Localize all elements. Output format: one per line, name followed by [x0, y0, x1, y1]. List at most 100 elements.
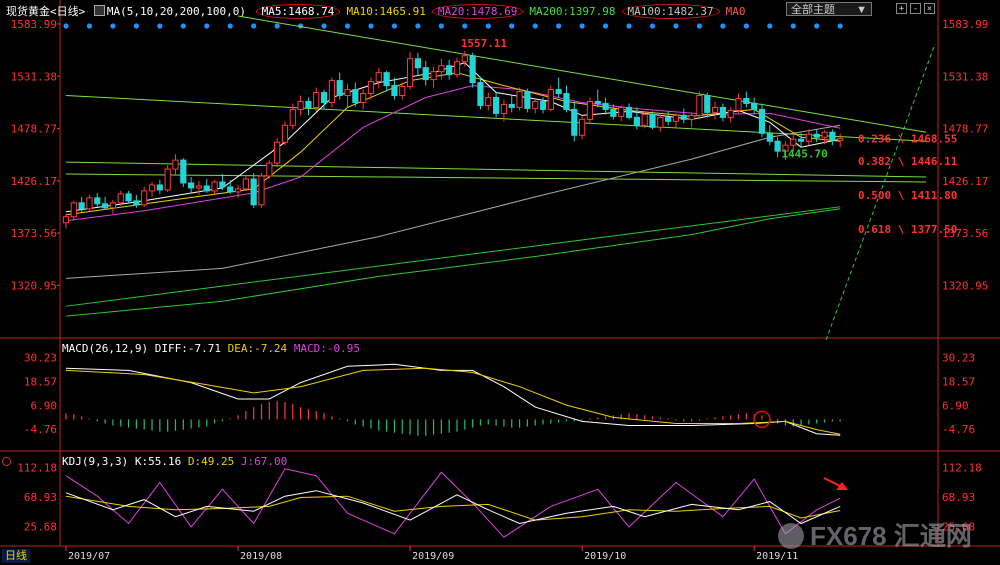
candle-up [735, 97, 742, 111]
ma100-line [65, 124, 841, 279]
price-annotation: 1445.70 [781, 147, 827, 160]
period-label: <日线> [50, 5, 86, 18]
watermark: FX678 汇通网 [778, 516, 972, 553]
candle-down [219, 181, 226, 188]
macd-tick-right: 6.90 [942, 399, 969, 412]
kdj-j-line [65, 468, 841, 538]
candle-up [406, 58, 414, 88]
kdj-header: KDJ(9,3,3) K:55.16 D:49.25 J:67.00 [62, 455, 287, 468]
theme-dropdown[interactable]: 全部主题 ▼ [786, 2, 872, 16]
price-tick-left: 1320.95 [11, 279, 57, 292]
tab-daily[interactable]: 日线 [2, 549, 30, 563]
kdj-j: J:67.00 [240, 455, 288, 468]
candle-up [711, 106, 719, 113]
candle-down [743, 97, 750, 104]
macd-diff: DIFF:-7.71 [154, 342, 221, 355]
candle-up [579, 118, 586, 136]
candle-down [336, 80, 343, 97]
macd-header: MACD(26,12,9) DIFF:-7.71 DEA:-7.24 MACD:… [62, 342, 360, 355]
fib-level-label: 0.382 \ 1446.11 [858, 155, 958, 168]
signal-dot [579, 23, 585, 29]
signal-dot [720, 23, 726, 29]
x-tick-label: 2019/07 [68, 551, 110, 562]
candle-up [274, 141, 281, 164]
signal-dot [462, 23, 468, 29]
price-annotation: 1557.11 [461, 37, 508, 50]
candle-up [148, 184, 156, 192]
candle-down [704, 95, 711, 113]
chart-canvas[interactable]: 1583.99 1583.991531.38 1531.381478.77 1478.… [0, 0, 1000, 565]
signal-dot [649, 23, 656, 29]
candle-up [297, 100, 304, 110]
candle-up [328, 80, 335, 103]
candle-down [524, 91, 531, 109]
candle-down [78, 202, 85, 210]
close-icon[interactable]: × [924, 3, 935, 14]
candle-up [500, 103, 508, 114]
x-tick-label: 2019/10 [584, 551, 626, 562]
candle-up [86, 197, 93, 210]
candle-up [805, 133, 812, 142]
candle-down [250, 178, 257, 206]
kdj-k-line [65, 490, 841, 525]
signal-dot [133, 23, 139, 29]
price-tick-left: 1583.99 [11, 18, 57, 31]
candle-down [751, 102, 758, 110]
price-tick-right: 1320.95 [942, 279, 988, 292]
kdj-tick-right: 68.93 [942, 491, 975, 504]
fib-level-label: 0.236 \ 1468.55 [858, 133, 957, 146]
candle-up [164, 168, 171, 191]
ma10-line [65, 72, 841, 216]
candle-up [453, 61, 461, 76]
signal-dot [180, 23, 186, 29]
signal-dot [86, 23, 93, 29]
signal-dot [251, 23, 257, 29]
chevron-down-icon: ▼ [856, 4, 867, 16]
signal-dot [790, 23, 796, 29]
candle-down [188, 182, 195, 189]
ma-values: MA5:1468.74 MA10:1465.91 MA20:1478.69 MA200… [253, 4, 749, 19]
macd-params: MACD(26,12,9) [62, 342, 149, 355]
candle-up [790, 138, 797, 146]
candle-down [156, 184, 163, 191]
candle-down [383, 72, 390, 87]
candle-up [172, 159, 179, 170]
chart-header: 现货黄金<日线> MA(5,10,20,200,100,0) MA5:1468.… [6, 3, 748, 19]
candle-up [141, 190, 148, 206]
candle-down [125, 193, 132, 202]
signal-dot [814, 23, 820, 29]
candle-up [516, 91, 523, 108]
candle-up [430, 71, 437, 81]
candle-up [586, 100, 594, 120]
kdj-tick-left: 68.93 [24, 491, 57, 504]
signal-dot [391, 23, 398, 29]
kdj-settings-icon[interactable] [2, 457, 11, 466]
candle-down [446, 65, 453, 76]
signal-dot [509, 23, 515, 29]
candle-down [469, 55, 476, 84]
indicator-icon[interactable] [93, 5, 105, 16]
signal-dot [204, 23, 210, 29]
candle-down [320, 92, 328, 103]
candle-up [313, 92, 320, 108]
signal-dot [556, 23, 562, 29]
signal-dot [344, 23, 351, 29]
kdj-d: D:49.25 [187, 455, 235, 468]
zoom-out-button[interactable]: - [910, 3, 921, 14]
candle-down [719, 106, 726, 118]
zoom-in-button[interactable]: + [896, 3, 907, 14]
macd-tick-right: 30.23 [942, 352, 975, 365]
candle-up [289, 108, 296, 126]
fib-level-label: 0.618 \ 1377.50 [858, 223, 957, 236]
candle-up [727, 109, 734, 118]
candle-down [133, 200, 140, 206]
candle-up [399, 86, 406, 97]
signal-dot [767, 23, 773, 29]
candle-down [352, 89, 359, 103]
candle-up [375, 72, 382, 83]
price-tick-right: 1583.99 [942, 18, 988, 31]
trend-line [65, 206, 841, 307]
macd-tick-right: 18.57 [942, 375, 975, 388]
candle-down [774, 140, 781, 152]
candle-up [821, 131, 828, 138]
